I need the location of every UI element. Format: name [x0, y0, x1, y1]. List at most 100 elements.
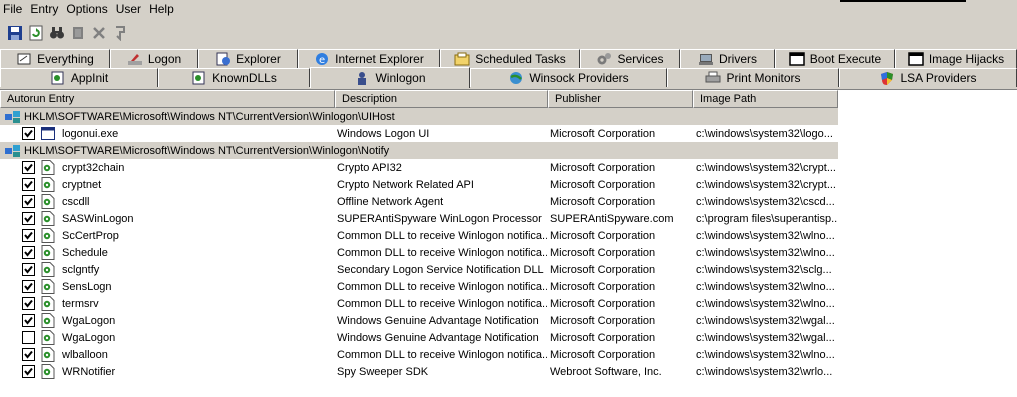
tab-boot-execute[interactable]: Boot Execute	[775, 49, 895, 68]
entry-publisher: Microsoft Corporation	[550, 246, 656, 259]
tab-label: Internet Explorer	[335, 52, 424, 66]
entry-checkbox[interactable]	[22, 161, 35, 174]
menu-help[interactable]: Help	[145, 1, 178, 17]
tab-appinit[interactable]: AppInit	[0, 68, 158, 87]
entry-checkbox[interactable]	[22, 127, 35, 140]
tab-label: Drivers	[719, 52, 757, 66]
entry-image-path: c:\windows\system32\wrlo...	[696, 365, 833, 378]
entry-name: WRNotifier	[62, 365, 116, 378]
winsock-icon	[510, 72, 523, 84]
entry-checkbox[interactable]	[22, 246, 35, 259]
entry-row[interactable]: sclgntfy Secondary Logon Service Notifica…	[0, 261, 838, 278]
tab-logon[interactable]: Logon	[110, 49, 198, 68]
dll-icon	[41, 330, 55, 345]
entry-checkbox[interactable]	[22, 195, 35, 208]
entry-checkbox[interactable]	[22, 212, 35, 225]
entry-image-path: c:\windows\system32\wgal...	[696, 314, 835, 327]
dll-icon	[41, 262, 55, 277]
entry-checkbox[interactable]	[22, 229, 35, 242]
delete-button[interactable]	[90, 25, 107, 42]
copy-button[interactable]	[69, 25, 86, 42]
entry-row[interactable]: cscdll Offline Network Agent Microsoft Cor…	[0, 193, 838, 210]
tab-everything[interactable]: Everything	[0, 49, 110, 68]
find-button[interactable]	[48, 25, 65, 42]
tab-internet-explorer[interactable]: e Internet Explorer	[298, 49, 440, 68]
entry-row[interactable]: crypt32chain Crypto API32 Microsoft Corpor…	[0, 159, 838, 176]
tab-print-monitors[interactable]: Print Monitors	[667, 68, 839, 87]
window-icon	[41, 127, 55, 140]
column-image-path[interactable]: Image Path	[693, 90, 838, 108]
entry-publisher: Microsoft Corporation	[550, 297, 656, 310]
tab-row-bottom: AppInit KnownDLLs Winlogon Winsock Provi…	[0, 67, 1017, 88]
entry-publisher: Microsoft Corporation	[550, 178, 656, 191]
entry-publisher: Microsoft Corporation	[550, 314, 656, 327]
entry-publisher: Microsoft Corporation	[550, 127, 656, 140]
entry-row[interactable]: WRNotifier Spy Sweeper SDK Webroot Softwar…	[0, 363, 838, 380]
logon-icon	[127, 54, 142, 65]
entry-checkbox[interactable]	[22, 178, 35, 191]
jump-button[interactable]	[111, 25, 128, 42]
tab-image-hijacks[interactable]: Image Hijacks	[895, 49, 1017, 68]
entry-row[interactable]: cryptnet Crypto Network Related API Micros…	[0, 176, 838, 193]
checkmark-icon	[24, 299, 33, 308]
entry-image-path: c:\windows\system32\wlno...	[696, 348, 835, 361]
entry-checkbox[interactable]	[22, 263, 35, 276]
dll-icon	[41, 347, 55, 362]
menu-options[interactable]: Options	[62, 1, 111, 17]
entry-row[interactable]: termsrv Common DLL to receive Winlogon no…	[0, 295, 838, 312]
entry-checkbox[interactable]	[22, 365, 35, 378]
tab-services[interactable]: Services	[580, 49, 680, 68]
tab-explorer[interactable]: Explorer	[198, 49, 298, 68]
checkmark-icon	[24, 316, 33, 325]
tab-scheduled-tasks[interactable]: Scheduled Tasks	[440, 49, 580, 68]
refresh-icon	[29, 25, 42, 41]
entry-checkbox[interactable]	[22, 331, 35, 344]
menu-entry[interactable]: Entry	[26, 1, 62, 17]
column-publisher[interactable]: Publisher	[548, 90, 693, 108]
autoruns-list[interactable]: Autorun Entry Description Publisher Imag…	[0, 89, 1017, 397]
entry-checkbox[interactable]	[22, 348, 35, 361]
column-autorun-entry[interactable]: Autorun Entry	[0, 90, 335, 108]
registry-key-icon	[5, 145, 20, 157]
registry-key-row[interactable]: HKLM\SOFTWARE\Microsoft\Windows NT\Curre…	[0, 108, 838, 125]
entry-row[interactable]: ScCertProp Common DLL to receive Winlogon…	[0, 227, 838, 244]
appinit-icon	[51, 71, 64, 85]
checkmark-icon	[24, 163, 33, 172]
entry-row[interactable]: SASWinLogon SUPERAntiSpyware WinLogon Pro…	[0, 210, 838, 227]
registry-key-row[interactable]: HKLM\SOFTWARE\Microsoft\Windows NT\Curre…	[0, 142, 838, 159]
delete-icon	[92, 27, 105, 39]
entry-checkbox[interactable]	[22, 314, 35, 327]
tab-drivers[interactable]: Drivers	[680, 49, 775, 68]
entry-row[interactable]: logonui.exe Windows Logon UI Microsoft C…	[0, 125, 838, 142]
entry-description: Common DLL to receive Winlogon notifica.…	[337, 348, 547, 361]
checkmark-icon	[24, 231, 33, 240]
column-description[interactable]: Description	[335, 90, 548, 108]
find-icon	[49, 27, 64, 39]
copy-icon	[72, 27, 83, 39]
menu-user[interactable]: User	[112, 1, 145, 17]
entry-row[interactable]: WgaLogon Windows Genuine Advantage Notifi…	[0, 312, 838, 329]
entry-checkbox[interactable]	[22, 297, 35, 310]
refresh-button[interactable]	[27, 25, 44, 42]
tab-winsock-providers[interactable]: Winsock Providers	[470, 68, 667, 87]
entry-row[interactable]: Schedule Common DLL to receive Winlogon n…	[0, 244, 838, 261]
entry-image-path: c:\program files\superantisp...	[696, 212, 838, 225]
entry-row[interactable]: SensLogn Common DLL to receive Winlogon n…	[0, 278, 838, 295]
entry-publisher: Microsoft Corporation	[550, 348, 656, 361]
tab-lsa-providers[interactable]: LSA Providers	[839, 68, 1017, 87]
entry-publisher: Microsoft Corporation	[550, 161, 656, 174]
save-button[interactable]	[6, 25, 23, 42]
tab-winlogon[interactable]: Winlogon	[310, 67, 470, 88]
entry-description: Common DLL to receive Winlogon notifica.…	[337, 246, 547, 259]
tab-knowndlls[interactable]: KnownDLLs	[158, 68, 310, 87]
dll-icon	[41, 245, 55, 260]
entry-row[interactable]: WgaLogon Windows Genuine Advantage Notifi…	[0, 329, 838, 346]
entry-row[interactable]: wlballoon Common DLL to receive Winlogon …	[0, 346, 838, 363]
entry-name: cryptnet	[62, 178, 102, 191]
registry-key-path: HKLM\SOFTWARE\Microsoft\Windows NT\Curre…	[24, 144, 390, 157]
menu-file[interactable]: File	[0, 1, 26, 17]
entry-checkbox[interactable]	[22, 280, 35, 293]
checkmark-icon	[24, 350, 33, 359]
entry-publisher: Microsoft Corporation	[550, 263, 656, 276]
entry-name: crypt32chain	[62, 161, 125, 174]
